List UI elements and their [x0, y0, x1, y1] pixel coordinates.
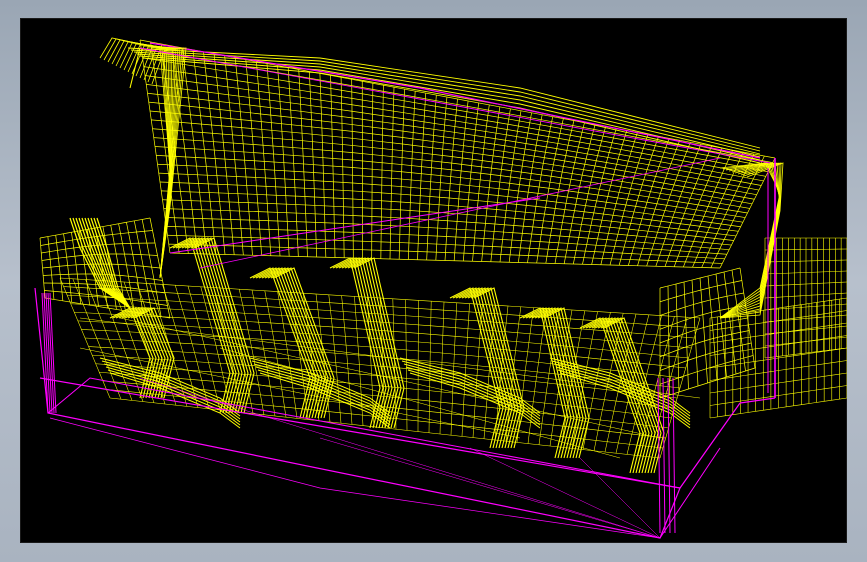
sofa-wireframe-model: [34, 37, 847, 539]
backrest-mesh: [127, 39, 776, 269]
cad-viewport[interactable]: [20, 18, 847, 543]
left-armrest-mesh: [39, 37, 187, 319]
base-edge-lines: [34, 47, 776, 539]
seat-cushion-mesh: [59, 237, 701, 474]
